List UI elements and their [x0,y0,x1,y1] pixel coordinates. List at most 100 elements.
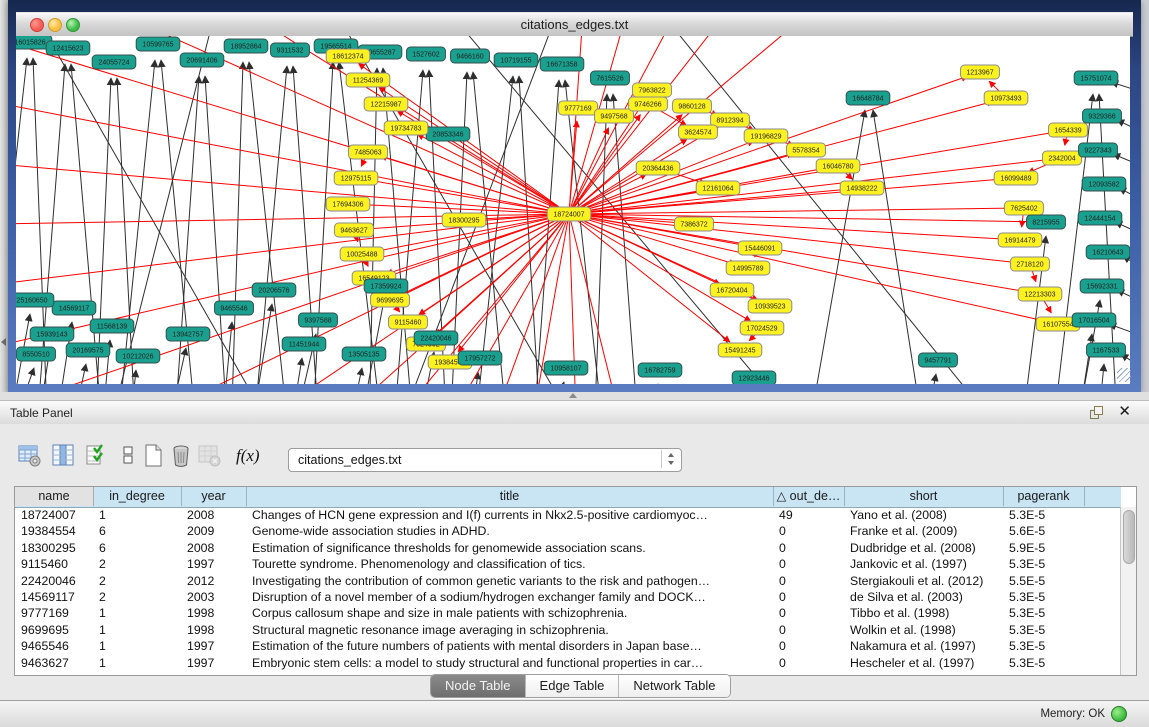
table-mode-button[interactable] [18,444,44,470]
split-pane-divider[interactable] [0,392,1149,401]
column-header-pagerank[interactable]: pagerank [1003,487,1085,506]
node-11451944[interactable]: 11451944 [282,337,326,351]
node-12975115[interactable]: 12975115 [334,171,378,185]
node-15692331[interactable]: 15692331 [1080,279,1124,293]
node-7963822[interactable]: 7963822 [633,83,672,97]
tab-network-table[interactable]: Network Table [619,675,729,697]
node-10939523[interactable]: 10939523 [748,299,792,313]
column-header-out_de[interactable]: △ out_de… [773,487,845,506]
show-columns-button[interactable] [52,444,78,470]
node-11568139[interactable]: 11568139 [90,319,134,333]
node-8912394[interactable]: 8912394 [711,113,750,127]
table-row[interactable]: 1938455462009Genome-wide association stu… [15,523,1121,539]
table-header-row[interactable]: namein_degreeyeartitle△ out_de…shortpage… [15,487,1121,508]
node-1527602[interactable]: 1527602 [407,47,446,61]
delete-column-button[interactable] [170,444,196,470]
node-14995789[interactable]: 14995789 [726,261,770,275]
table-source-select[interactable]: citations_edges.txt [288,448,682,472]
node-16210643[interactable]: 16210643 [1086,245,1130,259]
node-9457791[interactable]: 9457791 [919,353,958,367]
node-9397588[interactable]: 9397588 [299,313,338,327]
node-16782759[interactable]: 16782759 [638,363,682,377]
node-18952864[interactable]: 18952864 [224,39,268,53]
table-row[interactable]: 1830029562008Estimation of significance … [15,540,1121,556]
node-13942757[interactable]: 13942757 [166,327,210,341]
edge[interactable] [474,76,513,384]
node-10973493[interactable]: 10973493 [984,91,1028,105]
node-9497568[interactable]: 9497568 [595,109,634,123]
row-height-button[interactable] [118,444,144,470]
node-7386372[interactable]: 7386372 [675,217,714,231]
node-2718120[interactable]: 2718120 [1011,257,1050,271]
node-9777169[interactable]: 9777169 [559,101,598,115]
divider-handle-icon[interactable] [569,393,577,398]
node-9860128[interactable]: 9860128 [673,99,712,113]
citation-network-graph[interactable]: 1601582612415623240557241059976520691406… [16,36,1130,384]
node-18612374[interactable]: 18612374 [326,49,370,63]
node-19734783[interactable]: 19734783 [384,121,428,135]
node-16046780[interactable]: 16046780 [816,159,860,173]
edge[interactable] [253,66,287,384]
select-columns-button[interactable] [86,444,112,470]
edge[interactable] [664,36,1004,384]
node-20853346[interactable]: 20853346 [426,127,470,141]
node-1167533[interactable]: 1167533 [1087,343,1126,357]
node-10958107[interactable]: 10958107 [544,361,588,375]
tab-edge-table[interactable]: Edge Table [526,675,620,697]
column-header-in_degree[interactable]: in_degree [93,487,182,506]
node-14938222[interactable]: 14938222 [840,181,884,195]
node-17024529[interactable]: 17024529 [740,321,784,335]
table-row[interactable]: 1456911722003Disruption of a novel membe… [15,589,1121,605]
edge[interactable] [231,62,243,384]
node-16099489[interactable]: 16099489 [994,171,1038,185]
node-5578354[interactable]: 5578354 [787,143,826,157]
scrollbar-thumb[interactable] [1123,510,1135,564]
node-9311532[interactable]: 9311532 [271,43,310,57]
table-row[interactable]: 946362711997Embryonic stem cells: a mode… [15,655,1121,671]
node-15446091[interactable]: 15446091 [738,241,782,255]
node-9227343[interactable]: 9227343 [1079,143,1118,157]
node-24055724[interactable]: 24055724 [92,55,136,69]
node-20364436[interactable]: 20364436 [636,161,680,175]
edge[interactable] [569,76,968,214]
table-body[interactable]: 1872400712008Changes of HCN gene express… [15,507,1121,675]
node-14569117[interactable]: 14569117 [52,301,96,315]
node-12093582[interactable]: 12093582 [1082,177,1126,191]
column-header-short[interactable]: short [844,487,1004,506]
node-9463627[interactable]: 9463627 [335,223,374,237]
function-builder-button[interactable]: f(x) [236,446,262,472]
node-3624574[interactable]: 3624574 [679,125,718,139]
table-row[interactable]: 911546021997Tourette syndrome. Phenomeno… [15,556,1121,572]
edge[interactable] [369,180,569,214]
network-frame-titlebar[interactable]: citations_edges.txt [16,12,1133,37]
node-15491245[interactable]: 15491245 [718,343,762,357]
node-20691406[interactable]: 20691406 [180,53,224,67]
edge[interactable] [1099,94,1118,384]
edge[interactable] [473,72,508,384]
edge[interactable] [873,110,924,384]
node-9115460[interactable]: 9115460 [389,315,428,329]
network-view-frame[interactable]: citations_edges.txt 16015826124156232405… [8,0,1141,392]
node-18300295[interactable]: 18300295 [442,213,486,227]
node-17359924[interactable]: 17359924 [364,279,408,293]
node-9329366[interactable]: 9329366 [1083,109,1122,123]
node-16720404[interactable]: 16720404 [710,283,754,297]
node-table[interactable]: namein_degreeyeartitle△ out_de…shortpage… [14,486,1137,676]
node-12215987[interactable]: 12215987 [364,97,408,111]
select-stepper-icon[interactable] [661,450,680,468]
edge[interactable] [569,214,618,384]
node-17694306[interactable]: 17694306 [326,197,370,211]
node-12161064[interactable]: 12161064 [696,181,740,195]
node-25160650[interactable]: 25160650 [16,293,54,307]
edge[interactable] [1097,364,1104,384]
edge[interactable] [458,214,569,352]
node-12923446[interactable]: 12923446 [732,371,776,384]
edge[interactable] [569,214,908,384]
node-15751074[interactable]: 15751074 [1074,71,1118,85]
node-16671358[interactable]: 16671358 [540,57,584,71]
edge[interactable] [289,358,302,384]
node-7485063[interactable]: 7485063 [349,145,388,159]
table-row[interactable]: 946554611997Estimation of the future num… [15,638,1121,654]
network-canvas[interactable]: 1601582612415623240557241059976520691406… [16,36,1130,384]
node-20169575[interactable]: 20169575 [66,343,110,357]
